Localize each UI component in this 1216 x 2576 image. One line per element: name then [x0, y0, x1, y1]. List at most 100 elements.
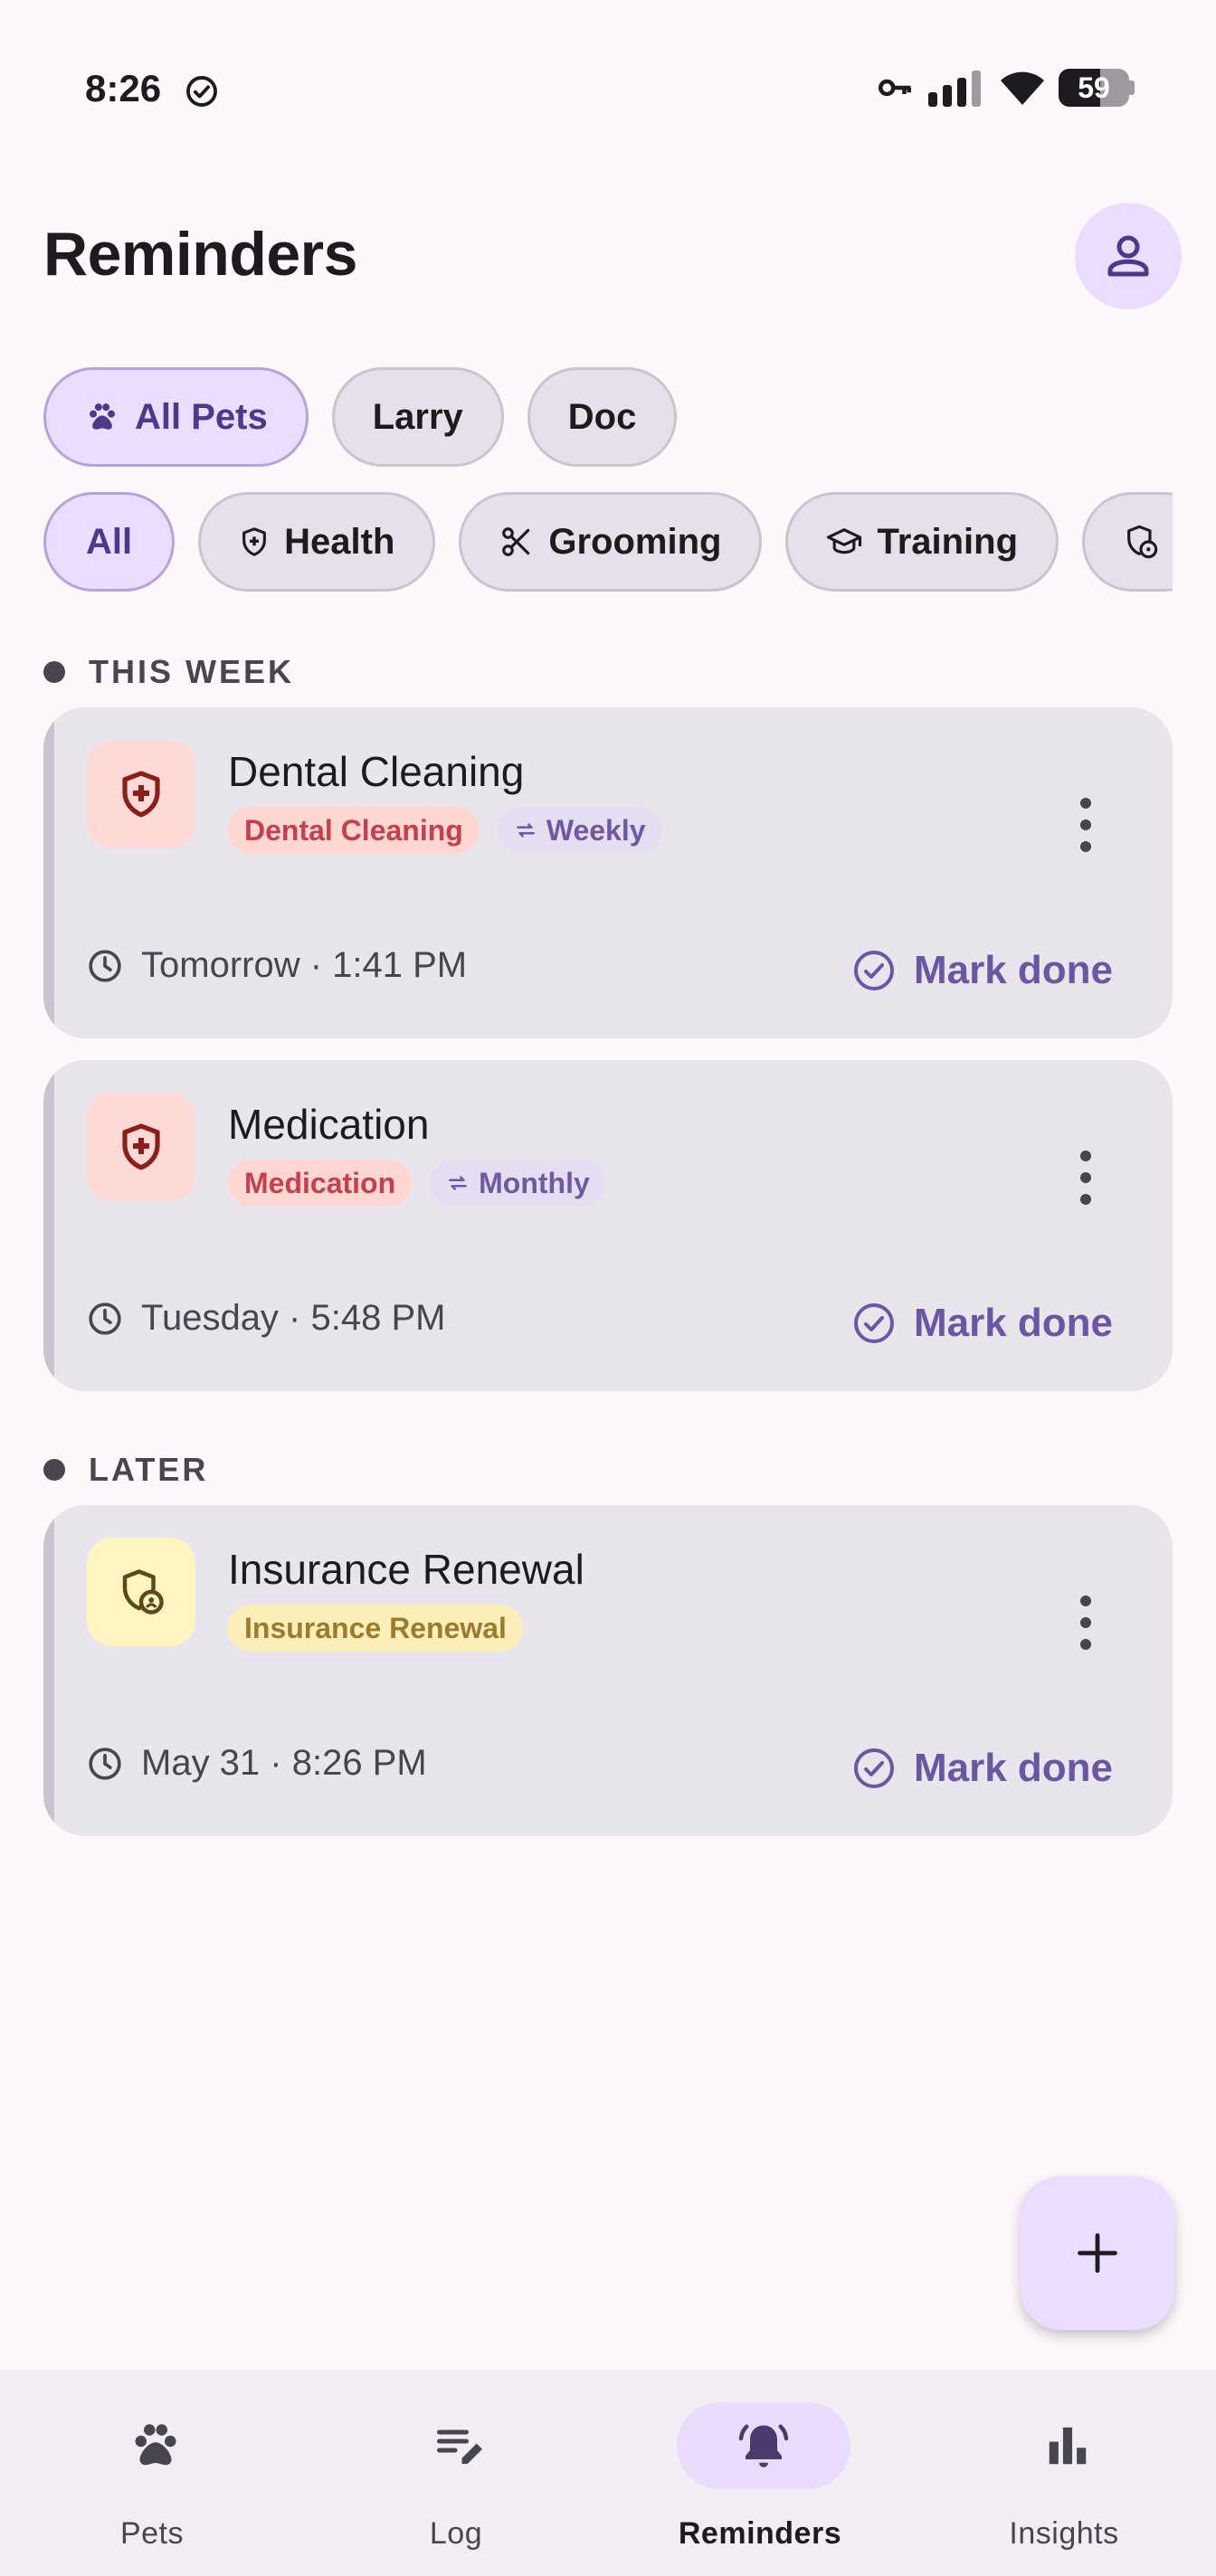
- check-circle-icon: [853, 1303, 894, 1343]
- add-reminder-button[interactable]: [1021, 2176, 1174, 2330]
- nav-item-reminders[interactable]: Reminders: [608, 2370, 912, 2576]
- category-tag: Insurance Renewal: [228, 1605, 523, 1652]
- reminder-time: May 31 · 8:26 PM: [87, 1743, 427, 1784]
- reminder-time-text: Tuesday · 5:48 PM: [141, 1298, 446, 1338]
- chip-label: All Pets: [135, 396, 268, 437]
- clock-icon: [89, 1747, 121, 1780]
- insurance-icon: [1127, 525, 1158, 559]
- nav-pill: [69, 2402, 242, 2489]
- card-accent-stripe: [43, 1060, 54, 1391]
- chip-label: Larry: [372, 396, 463, 437]
- mark-done-label: Mark done: [913, 1301, 1113, 1345]
- reminder-title: Medication: [228, 1101, 430, 1148]
- nav-label: Reminders: [678, 2516, 842, 2551]
- chip-label: Doc: [567, 396, 637, 437]
- plus-icon: [1078, 2233, 1117, 2273]
- nav-item-insights[interactable]: Insights: [912, 2370, 1216, 2576]
- battery-icon: 59: [1059, 69, 1135, 107]
- chip-insurance[interactable]: [1082, 492, 1173, 592]
- nav-item-pets[interactable]: Pets: [0, 2370, 304, 2576]
- check-circle-icon: [186, 76, 217, 107]
- nav-pill: [373, 2402, 546, 2489]
- scissors-icon: [502, 527, 530, 556]
- category-filter-chips: All Health Grooming Training: [43, 492, 1173, 592]
- chip-label: Training: [877, 521, 1019, 562]
- insurance-shield-icon: [87, 1538, 195, 1646]
- nav-item-log[interactable]: Log: [304, 2370, 608, 2576]
- mark-done-button[interactable]: Mark done: [852, 1746, 1113, 1791]
- nav-label: Pets: [119, 2516, 185, 2551]
- wifi-icon: [1001, 71, 1044, 105]
- more-options-icon[interactable]: [1075, 1151, 1097, 1205]
- pet-filter-chips: All Pets Larry Doc: [43, 367, 678, 467]
- health-shield-icon: [87, 740, 195, 848]
- vpn-key-icon: [878, 79, 912, 97]
- more-options-icon[interactable]: [1075, 1596, 1097, 1650]
- status-bar: 8:26 59: [0, 0, 1216, 181]
- nav-pill: [981, 2402, 1154, 2489]
- bottom-navigation: Pets Log Reminders Insights: [0, 2370, 1216, 2576]
- card-accent-stripe: [43, 1505, 54, 1836]
- tag-row: Dental Cleaning Weekly: [228, 807, 662, 854]
- tag-row: Insurance Renewal: [228, 1605, 523, 1652]
- tag-row: Medication Monthly: [228, 1160, 606, 1207]
- mark-done-button[interactable]: Mark done: [852, 1301, 1113, 1346]
- clock-icon: [89, 1302, 121, 1335]
- shield-icon: [242, 527, 267, 556]
- more-options-icon[interactable]: [1075, 798, 1097, 852]
- repeat-icon: [516, 823, 535, 838]
- page-title: Reminders: [43, 220, 357, 289]
- reminder-title: Dental Cleaning: [228, 748, 525, 795]
- category-tag: Medication: [228, 1160, 413, 1207]
- reminder-time: Tuesday · 5:48 PM: [87, 1298, 445, 1339]
- repeat-label: Weekly: [546, 813, 646, 847]
- section-dot: [43, 1459, 65, 1481]
- category-tag: Dental Cleaning: [228, 807, 480, 854]
- nav-pill: [677, 2402, 850, 2489]
- edit-note-icon: [437, 2429, 482, 2464]
- status-time: 8:26: [85, 67, 162, 109]
- reminder-time: Tomorrow · 1:41 PM: [87, 945, 467, 986]
- reminder-card-dental-cleaning[interactable]: Dental Cleaning Dental Cleaning Weekly T…: [43, 707, 1173, 1038]
- section-header-this-week: THIS WEEK: [43, 653, 294, 691]
- reminder-card-insurance-renewal[interactable]: Insurance Renewal Insurance Renewal May …: [43, 1505, 1173, 1836]
- chip-all-pets[interactable]: All Pets: [43, 367, 309, 467]
- chip-label: Health: [284, 521, 395, 562]
- repeat-label: Monthly: [479, 1166, 590, 1199]
- check-circle-icon: [853, 1748, 894, 1788]
- bell-icon: [738, 2424, 789, 2467]
- chip-health[interactable]: Health: [198, 492, 436, 592]
- nav-label: Log: [429, 2516, 483, 2551]
- profile-button[interactable]: [1075, 203, 1182, 309]
- section-dot: [43, 661, 65, 683]
- reminder-time-text: May 31 · 8:26 PM: [141, 1743, 427, 1783]
- chip-larry[interactable]: Larry: [331, 367, 504, 467]
- repeat-tag: Monthly: [430, 1160, 606, 1207]
- chip-grooming[interactable]: Grooming: [459, 492, 763, 592]
- chip-all[interactable]: All: [43, 492, 176, 592]
- mark-done-label: Mark done: [913, 1746, 1113, 1790]
- chip-label: Grooming: [548, 521, 722, 562]
- chip-label: All: [86, 521, 133, 562]
- school-icon: [827, 528, 862, 554]
- repeat-tag: Weekly: [497, 807, 662, 854]
- clock-icon: [89, 949, 121, 982]
- card-accent-stripe: [43, 707, 54, 1038]
- paw-icon: [135, 2424, 176, 2466]
- chip-doc[interactable]: Doc: [527, 367, 678, 467]
- signal-icon: [928, 71, 981, 107]
- section-title: LATER: [89, 1451, 209, 1488]
- section-header-later: LATER: [43, 1451, 208, 1489]
- paw-icon: [90, 403, 115, 430]
- person-icon: [1107, 235, 1149, 277]
- repeat-icon: [449, 1176, 467, 1190]
- nav-label: Insights: [1009, 2516, 1119, 2551]
- reminder-time-text: Tomorrow · 1:41 PM: [141, 945, 468, 985]
- reminder-title: Insurance Renewal: [228, 1546, 584, 1593]
- chip-training[interactable]: Training: [785, 492, 1059, 592]
- mark-done-button[interactable]: Mark done: [852, 948, 1113, 993]
- section-title: THIS WEEK: [89, 653, 295, 690]
- status-icons: 59: [876, 69, 1135, 107]
- mark-done-label: Mark done: [913, 948, 1113, 992]
- reminder-card-medication[interactable]: Medication Medication Monthly Tuesday · …: [43, 1060, 1173, 1391]
